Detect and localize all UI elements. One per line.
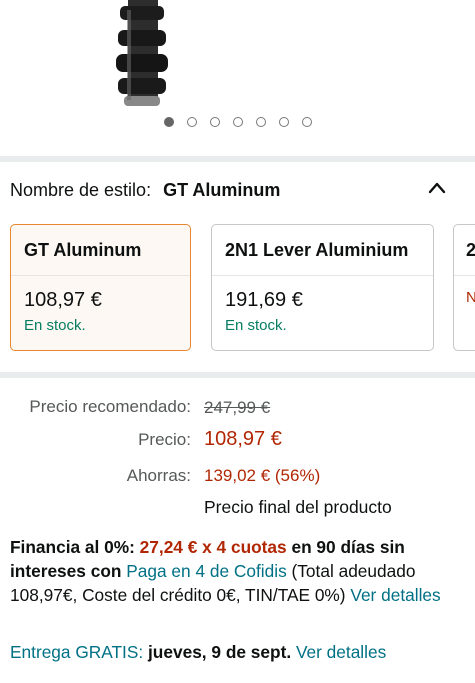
style-option-gt-aluminum[interactable]: GT Aluminum 108,97 € En stock. — [10, 224, 191, 351]
style-selector-header[interactable]: Nombre de estilo: GT Aluminum — [10, 180, 280, 201]
carousel-dot-2[interactable] — [186, 117, 197, 127]
delivery-info: Entrega GRATIS: jueves, 9 de sept. Ver d… — [10, 642, 386, 663]
style-option-2n1-lever[interactable]: 2N1 Lever Aluminium 191,69 € En stock. — [211, 224, 434, 351]
style-option-price: 191,69 € — [225, 289, 303, 311]
financing-installments: 27,24 € x 4 cuotas — [139, 537, 287, 557]
style-option-partial[interactable]: 2 N — [453, 224, 475, 351]
style-option-stock: N — [454, 289, 475, 306]
free-delivery-label[interactable]: Entrega GRATIS: — [10, 642, 143, 662]
carousel-dot-1[interactable] — [163, 117, 174, 127]
final-price-note: Precio final del producto — [204, 497, 392, 517]
price-value: 108,97 € — [204, 428, 282, 450]
style-option-name: 2N1 Lever Aluminium — [212, 225, 433, 276]
style-option-name: 2 — [454, 225, 475, 276]
savings-value: 139,02 € (56%) — [204, 466, 321, 485]
style-selected-value: GT Aluminum — [163, 180, 281, 200]
delivery-date: jueves, 9 de sept. — [148, 642, 292, 662]
product-image[interactable] — [0, 0, 475, 110]
recommended-price-value: 247,99 € — [204, 398, 271, 417]
style-option-stock: En stock. — [24, 317, 86, 334]
carousel-dot-6[interactable] — [278, 117, 289, 127]
cofidis-link[interactable]: Paga en 4 de Cofidis — [126, 561, 286, 581]
delivery-details-link[interactable]: Ver detalles — [296, 642, 386, 662]
price-label: Precio: — [138, 430, 191, 449]
style-option-stock: En stock. — [225, 317, 287, 334]
style-option-price: 108,97 € — [24, 289, 102, 311]
style-label: Nombre de estilo: — [10, 180, 152, 200]
carousel-dot-7[interactable] — [301, 117, 312, 127]
financing-with: con — [90, 561, 122, 581]
image-carousel-dots — [0, 117, 475, 127]
carousel-dot-3[interactable] — [209, 117, 220, 127]
recommended-price-label: Precio recomendado: — [29, 397, 191, 416]
chevron-up-icon[interactable] — [427, 178, 447, 198]
financing-lead: Financia al 0%: — [10, 537, 135, 557]
financing-info: Financia al 0%: 27,24 € x 4 cuotas en 90… — [10, 535, 465, 607]
section-divider — [0, 156, 475, 162]
financing-details-link[interactable]: Ver detalles — [350, 585, 440, 605]
carousel-dot-4[interactable] — [232, 117, 243, 127]
savings-label: Ahorras: — [126, 466, 191, 485]
section-divider — [0, 372, 475, 378]
carousel-dot-5[interactable] — [255, 117, 266, 127]
product-photo-icon — [116, 0, 168, 106]
style-option-name: GT Aluminum — [11, 225, 190, 276]
